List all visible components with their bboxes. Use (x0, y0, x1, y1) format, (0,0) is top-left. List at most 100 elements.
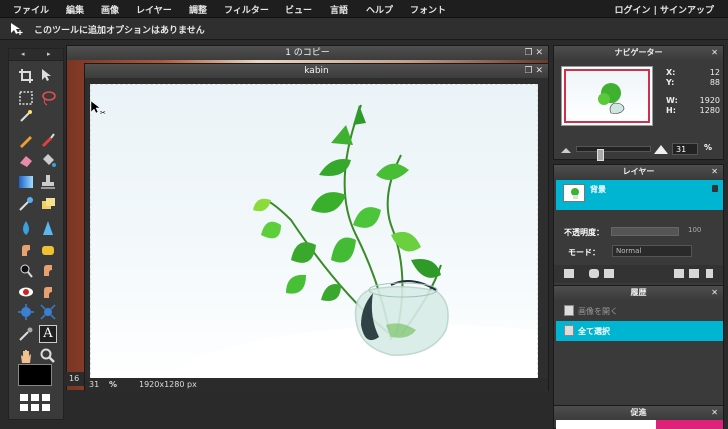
layer-item[interactable]: 背景 (556, 180, 723, 210)
trash-icon[interactable] (689, 269, 699, 278)
opacity-slider[interactable] (611, 227, 679, 236)
zoom-value[interactable]: 31 (89, 380, 99, 389)
blend-mode-select[interactable]: Normal (612, 245, 692, 257)
document-title-bar[interactable]: kabin ❐ ✕ (85, 64, 548, 78)
grid-layout-icon[interactable] (18, 391, 52, 415)
toolbox-header: ◂ ▸ (9, 49, 63, 61)
layer-thumbnail (563, 184, 585, 202)
toolbox-prev-button[interactable]: ◂ (21, 50, 25, 58)
menu-filter[interactable]: フィルター (224, 3, 269, 16)
navigator-header[interactable]: ナビゲーター ✕ (554, 46, 723, 60)
window-buttons[interactable]: ❐ ✕ (525, 46, 543, 60)
navigator-viewport[interactable] (564, 69, 650, 123)
lasso-icon[interactable] (39, 89, 57, 107)
zoom-slider-knob[interactable] (597, 149, 604, 161)
zoom-out-icon[interactable] (561, 146, 571, 153)
window-buttons[interactable]: ❐ ✕ (525, 64, 543, 78)
close-icon[interactable]: ✕ (711, 46, 718, 60)
image-canvas[interactable] (90, 84, 538, 380)
menu-font[interactable]: フォント (410, 3, 446, 16)
layers-header[interactable]: レイヤー ✕ (554, 165, 723, 179)
opacity-label: 不透明度： (564, 228, 604, 237)
eraser-icon[interactable] (17, 151, 35, 169)
blur-icon[interactable] (17, 219, 35, 237)
stamp-icon[interactable] (39, 173, 57, 191)
layers-title: レイヤー (622, 167, 655, 176)
zoom-input[interactable]: 31 (672, 143, 698, 155)
sponge-icon[interactable] (39, 241, 57, 259)
more-icon[interactable] (706, 269, 713, 278)
history-panel: 履歴 ✕ 画像を開く 全て選択 (553, 285, 724, 410)
new-layer-icon[interactable] (674, 269, 684, 278)
layer-name: 背景 (590, 185, 606, 194)
menu-image[interactable]: 画像 (101, 3, 119, 16)
menu-edit[interactable]: 編集 (66, 3, 84, 16)
login-signup-link[interactable]: ログイン | サインアップ (614, 3, 714, 16)
history-title: 履歴 (630, 288, 647, 297)
burn-icon[interactable] (39, 261, 57, 279)
navigator-h: H: 1280 (666, 106, 720, 115)
history-item-selected[interactable]: 全て選択 (556, 321, 723, 341)
options-bar: このツールに追加オプションはありません (0, 18, 728, 40)
thumbnail-plant (598, 83, 625, 114)
toolbox-next-button[interactable]: ▸ (47, 50, 51, 58)
crop-icon[interactable] (17, 67, 35, 85)
marquee-icon[interactable] (17, 89, 35, 107)
layer-mask-icon[interactable] (589, 269, 599, 278)
toolbox: ◂ ▸ A (8, 48, 64, 420)
move-tool-icon[interactable] (39, 67, 57, 85)
document-title-bar[interactable]: 1 のコピー ❐ ✕ (67, 46, 548, 60)
redeye-icon[interactable] (17, 283, 35, 301)
close-icon[interactable]: ✕ (711, 286, 718, 300)
document-window-front[interactable]: kabin ❐ ✕ 31 % 1920x1280 px (84, 63, 549, 392)
history-header[interactable]: 履歴 ✕ (554, 286, 723, 300)
picker-icon[interactable] (17, 195, 35, 213)
dodge-icon[interactable] (17, 261, 35, 279)
close-icon[interactable]: ✕ (711, 406, 718, 420)
menu-adjust[interactable]: 調整 (189, 3, 207, 16)
plant-vase-image (172, 104, 537, 379)
image-dimensions: 1920x1280 px (139, 380, 197, 389)
navigator-panel: ナビゲーター ✕ X: 12 Y: 88 W: 1920 H: 1280 31 % (553, 45, 724, 161)
navigator-y: Y: 88 (666, 78, 720, 87)
cursor-icon: ✂ (90, 100, 106, 116)
zoom-controls: 31 % (554, 141, 723, 161)
document-title: 1 のコピー (285, 48, 330, 58)
menu-view[interactable]: ビュー (285, 3, 312, 16)
pinch-icon[interactable] (39, 303, 57, 321)
options-message: このツールに追加オプションはありません (34, 26, 205, 36)
zoom-slider[interactable] (576, 146, 651, 161)
document-status-bar: 31 % 1920x1280 px (85, 378, 548, 392)
sharpen-icon[interactable] (39, 219, 57, 237)
close-icon[interactable]: ✕ (711, 165, 718, 179)
menu-layer[interactable]: レイヤー (136, 3, 172, 16)
spot-heal-icon[interactable] (39, 283, 57, 301)
color-picker-icon[interactable] (17, 325, 35, 343)
menu-help[interactable]: ヘルプ (366, 3, 393, 16)
color-swatch[interactable] (18, 364, 52, 386)
history-label: 全て選択 (578, 327, 610, 336)
menu-language[interactable]: 言語 (330, 3, 348, 16)
promo-header[interactable]: 促進 ✕ (554, 406, 723, 420)
navigator-title: ナビゲーター (614, 48, 663, 57)
smudge-icon[interactable] (17, 241, 35, 259)
navigator-thumbnail[interactable] (561, 66, 653, 126)
hand-icon[interactable] (17, 347, 35, 365)
wand-icon[interactable] (17, 107, 35, 125)
pencil-icon[interactable] (17, 131, 35, 149)
bucket-icon[interactable] (39, 151, 57, 169)
brush-icon[interactable] (39, 131, 57, 149)
type-icon[interactable]: A (39, 325, 57, 343)
navigator-w: W: 1920 (666, 96, 720, 105)
zoom-icon[interactable] (39, 347, 57, 365)
menu-file[interactable]: ファイル (13, 3, 49, 16)
navigator-x: X: 12 (666, 68, 720, 77)
zoom-in-icon[interactable] (654, 144, 668, 154)
promo-banner[interactable] (556, 420, 723, 429)
patch-icon[interactable] (39, 195, 57, 213)
layer-style-icon[interactable] (604, 269, 614, 278)
gradient-icon[interactable] (17, 173, 35, 191)
layer-settings-icon[interactable] (564, 269, 574, 278)
history-item[interactable]: 画像を開く (556, 301, 723, 321)
bloat-icon[interactable] (17, 303, 35, 321)
